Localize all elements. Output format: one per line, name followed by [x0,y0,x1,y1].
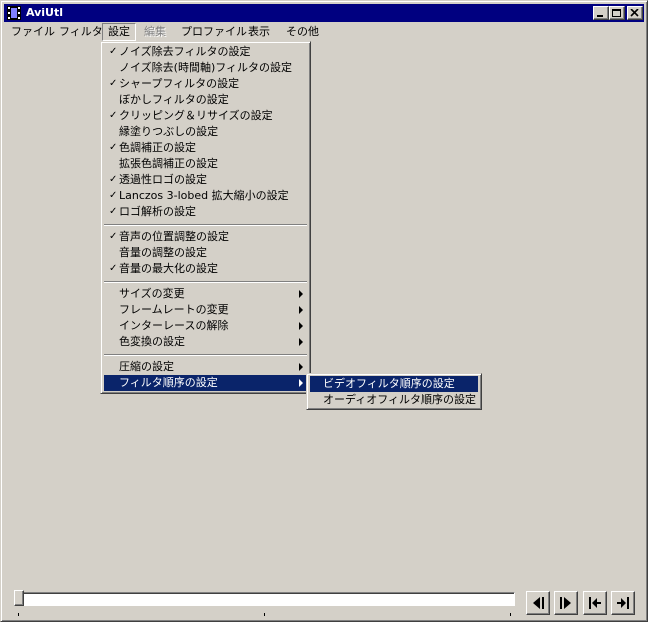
minimize-icon [597,15,603,17]
checkmark-icon: ✓ [109,46,118,57]
seek-tick [510,613,511,616]
menu-item-label: 拡張色調補正の設定 [119,157,218,170]
menu-item-volume-adjust[interactable]: 音量の調整の設定 [104,245,307,261]
jump-end-icon [617,597,629,609]
prev-frame-icon [533,597,544,609]
menu-item-label: 音量の最大化の設定 [119,262,218,275]
menu-edit[interactable]: 編集 [139,23,171,41]
menu-item-label: 音声の位置調整の設定 [119,230,229,243]
submenu-arrow-icon [299,306,303,314]
menu-item-label: フレームレートの変更 [119,303,229,316]
menu-item-label: インターレースの解除 [119,319,229,332]
close-button[interactable] [627,6,643,20]
checkmark-icon: ✓ [109,231,118,242]
menu-bar: ファイル フィルタ 設定 編集 プロファイル 表示 その他 [4,23,644,41]
maximize-button[interactable] [609,6,625,20]
menu-item-deinterlace[interactable]: インターレースの解除 [104,318,307,334]
maximize-icon [612,9,621,17]
title-bar[interactable]: AviUtl [4,4,644,22]
minimize-button[interactable] [593,6,609,20]
checkmark-icon: ✓ [109,78,118,89]
menu-item-sharpen-filter[interactable]: ✓ シャープフィルタの設定 [104,76,307,92]
menu-item-transparent-logo[interactable]: ✓ 透過性ロゴの設定 [104,172,307,188]
seek-tick [18,613,19,616]
menu-item-audio-position[interactable]: ✓ 音声の位置調整の設定 [104,229,307,245]
settings-menu: ✓ ノイズ除去フィルタの設定 ノイズ除去(時間軸)フィルタの設定 ✓ シャープフィル… [100,41,311,394]
menu-item-color-conversion[interactable]: 色変換の設定 [104,334,307,350]
menu-profile[interactable]: プロファイル [176,23,252,41]
checkmark-icon: ✓ [109,110,118,121]
jump-start-button[interactable] [583,591,607,615]
menu-item-extended-color-correction[interactable]: 拡張色調補正の設定 [104,156,307,172]
jump-start-icon [589,597,601,609]
submenu-arrow-icon [299,363,303,371]
menu-item-noise-filter[interactable]: ✓ ノイズ除去フィルタの設定 [104,44,307,60]
checkmark-icon: ✓ [109,206,118,217]
menu-item-label: 圧縮の設定 [119,360,174,373]
menu-item-label: Lanczos 3-lobed 拡大縮小の設定 [119,189,289,202]
menu-item-temporal-noise-filter[interactable]: ノイズ除去(時間軸)フィルタの設定 [104,60,307,76]
submenu-arrow-icon [299,322,303,330]
next-frame-button[interactable] [554,591,578,615]
checkmark-icon: ✓ [109,263,118,274]
menu-item-label: フィルタ順序の設定 [119,376,218,389]
seek-bar-thumb[interactable] [14,590,24,606]
seek-tick [264,613,265,616]
menu-item-volume-maximize[interactable]: ✓ 音量の最大化の設定 [104,261,307,277]
menu-item-label: 音量の調整の設定 [119,246,207,259]
menu-item-audio-filter-order[interactable]: オーディオフィルタ順序の設定 [310,392,478,408]
menu-item-label: 縁塗りつぶしの設定 [119,125,219,138]
menu-other[interactable]: その他 [281,23,324,41]
menu-item-label: 色変換の設定 [119,335,185,348]
submenu-arrow-icon [299,290,303,298]
menu-separator [104,224,307,226]
menu-item-blur-filter[interactable]: ぼかしフィルタの設定 [104,92,307,108]
submenu-arrow-icon [299,379,303,387]
main-window: AviUtl ファイル フィルタ 設定 編集 プロファイル 表示 その他 ✓ ノ… [0,0,648,622]
menu-item-label: クリッピング＆リサイズの設定 [119,109,273,122]
menu-item-border-fill[interactable]: 縁塗りつぶしの設定 [104,124,307,140]
jump-end-button[interactable] [611,591,635,615]
menu-item-label: ノイズ除去フィルタの設定 [119,45,251,58]
menu-separator [104,354,307,356]
menu-item-video-filter-order[interactable]: ビデオフィルタ順序の設定 [310,376,478,392]
menu-item-lanczos-scaling[interactable]: ✓ Lanczos 3-lobed 拡大縮小の設定 [104,188,307,204]
menu-item-label: サイズの変更 [119,287,185,300]
menu-item-filter-order[interactable]: フィルタ順序の設定 [104,375,307,391]
checkmark-icon: ✓ [109,174,118,185]
checkmark-icon: ✓ [109,190,118,201]
menu-view[interactable]: 表示 [243,23,275,41]
menu-item-compression[interactable]: 圧縮の設定 [104,359,307,375]
submenu-arrow-icon [299,338,303,346]
filter-order-submenu: ビデオフィルタ順序の設定 オーディオフィルタ順序の設定 [306,373,482,410]
menu-item-resize[interactable]: サイズの変更 [104,286,307,302]
menu-item-color-correction[interactable]: ✓ 色調補正の設定 [104,140,307,156]
film-strip-icon[interactable] [6,5,22,21]
menu-item-label: ぼかしフィルタの設定 [119,93,229,106]
menu-settings[interactable]: 設定 [102,23,136,41]
menu-item-label: ノイズ除去(時間軸)フィルタの設定 [119,61,293,74]
menu-item-label: 色調補正の設定 [119,141,196,154]
prev-frame-button[interactable] [526,591,550,615]
menu-item-label: シャープフィルタの設定 [119,77,240,90]
menu-item-label: ロゴ解析の設定 [119,205,196,218]
menu-separator [104,281,307,283]
menu-item-label: 透過性ロゴの設定 [119,173,207,186]
menu-item-framerate[interactable]: フレームレートの変更 [104,302,307,318]
menu-item-logo-analysis[interactable]: ✓ ロゴ解析の設定 [104,204,307,220]
close-icon [630,9,639,17]
menu-item-clip-resize[interactable]: ✓ クリッピング＆リサイズの設定 [104,108,307,124]
next-frame-icon [560,597,571,609]
window-title: AviUtl [26,6,64,19]
checkmark-icon: ✓ [109,142,118,153]
seek-bar-track[interactable] [15,592,515,606]
menu-filter[interactable]: フィルタ [54,23,108,41]
menu-file[interactable]: ファイル [6,23,60,41]
